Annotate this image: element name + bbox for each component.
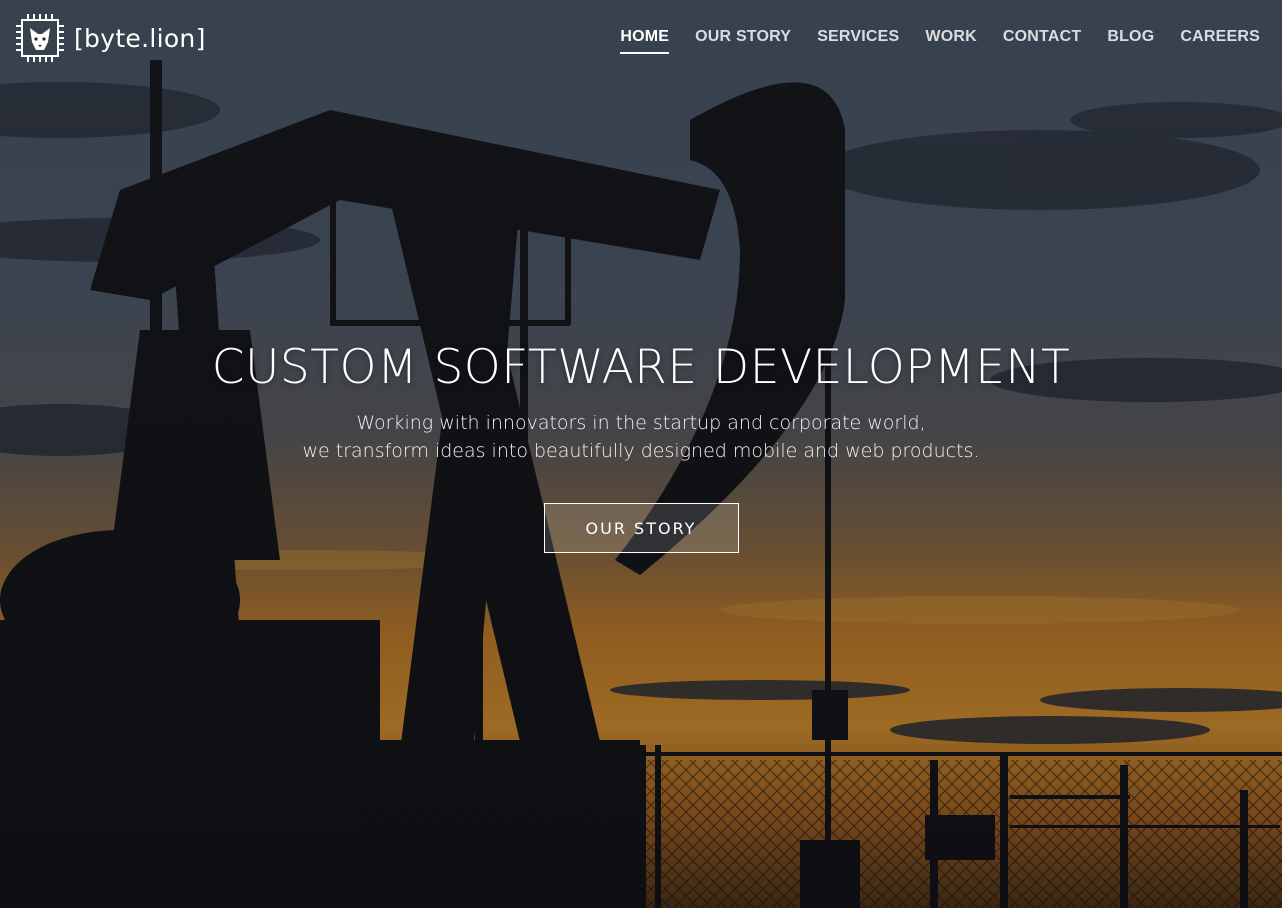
- hero-subtitle-line-2: we transform ideas into beautifully desi…: [302, 440, 980, 462]
- nav-item-contact[interactable]: CONTACT: [1003, 28, 1081, 54]
- hero-subtitle: Working with innovators in the startup a…: [0, 409, 1282, 465]
- hero-content: CUSTOM SOFTWARE DEVELOPMENT Working with…: [0, 340, 1282, 553]
- hero-section: [byte.lion] HOME OUR STORY SERVICES WORK…: [0, 0, 1282, 908]
- lion-chip-icon: [16, 14, 64, 62]
- nav-item-careers[interactable]: CAREERS: [1180, 28, 1260, 54]
- nav-item-home[interactable]: HOME: [620, 28, 670, 54]
- nav-item-blog[interactable]: BLOG: [1107, 28, 1154, 54]
- hero-title: CUSTOM SOFTWARE DEVELOPMENT: [211, 340, 1071, 395]
- hero-subtitle-line-1: Working with innovators in the startup a…: [356, 412, 926, 434]
- nav-item-our-story[interactable]: OUR STORY: [695, 28, 791, 54]
- nav-item-services[interactable]: SERVICES: [817, 28, 899, 54]
- brand-name: [byte.lion]: [74, 23, 206, 53]
- our-story-button[interactable]: OUR STORY: [543, 503, 739, 553]
- brand-logo[interactable]: [byte.lion]: [14, 12, 206, 64]
- main-nav: HOME OUR STORY SERVICES WORK CONTACT BLO…: [594, 28, 1260, 54]
- nav-item-work[interactable]: WORK: [925, 28, 976, 54]
